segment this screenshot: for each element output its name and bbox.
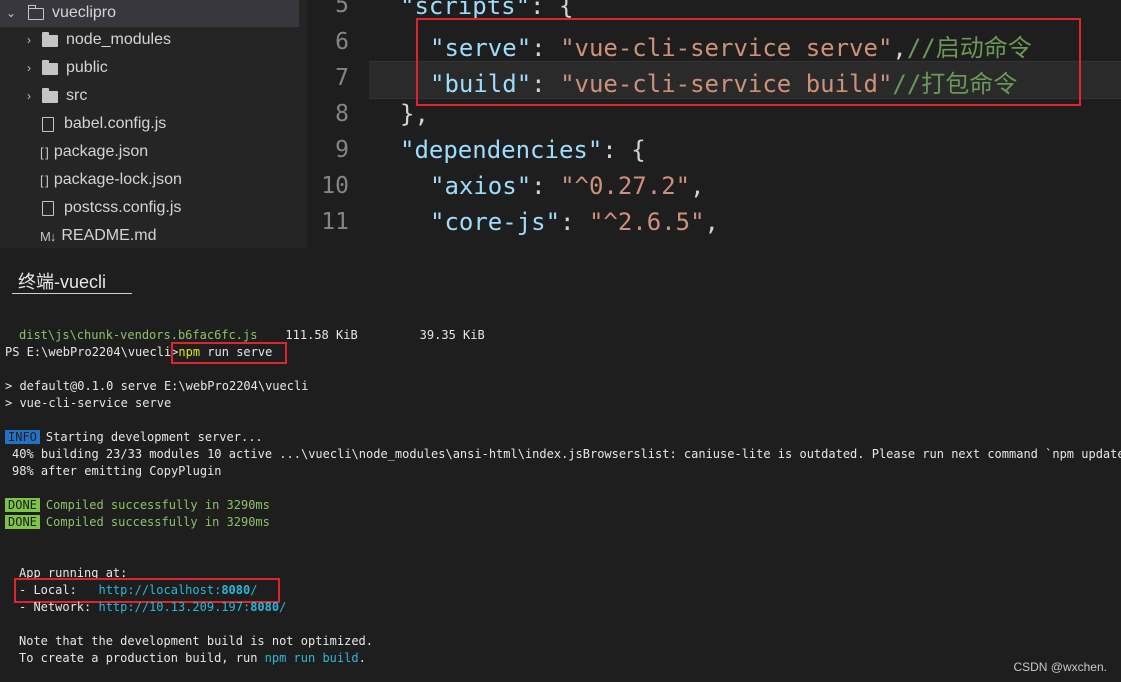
line-number: 10: [321, 173, 349, 199]
tree-item-label: README.md: [61, 227, 157, 244]
chevron-right-icon[interactable]: ›: [22, 89, 36, 103]
chevron-right-icon[interactable]: ›: [22, 61, 36, 75]
folder-icon: [42, 60, 58, 75]
terminal-line: To create a production build, run npm ru…: [19, 651, 366, 665]
line-number: 6: [335, 29, 349, 55]
code-line-5: "scripts": {: [400, 0, 574, 20]
tree-file-package-lock-json[interactable]: [ ] package-lock.json: [40, 166, 182, 194]
terminal-line: 98% after emitting CopyPlugin: [12, 464, 222, 478]
markdown-file-icon: M↓: [40, 228, 56, 244]
tree-item-label: package.json: [53, 143, 149, 160]
tree-file-babel-config[interactable]: babel.config.js: [40, 110, 166, 138]
tree-file-postcss-config[interactable]: postcss.config.js: [40, 194, 181, 222]
info-badge: INFO: [5, 430, 40, 444]
file-icon: [40, 117, 56, 132]
tree-item-label: node_modules: [66, 31, 171, 48]
terminal-line: 40% building 23/33 modules 10 active ...…: [12, 447, 1121, 461]
tree-folder-public[interactable]: › public: [22, 54, 108, 82]
line-number: 8: [335, 101, 349, 127]
folder-icon: [42, 32, 58, 47]
line-number: 5: [335, 0, 349, 18]
folder-open-icon: [28, 5, 44, 20]
code-line-9: "dependencies": {: [400, 136, 646, 164]
tree-item-label: public: [66, 59, 108, 76]
tree-item-label: postcss.config.js: [64, 199, 182, 216]
json-file-icon: [ ]: [40, 172, 49, 188]
tree-item-label: vueclipro: [52, 4, 117, 21]
terminal-line: > vue-cli-service serve: [5, 396, 172, 410]
code-editor[interactable]: 5 "scripts": { 6 "serve": "vue-cli-servi…: [307, 0, 1121, 248]
watermark: CSDN @wxchen.: [1013, 660, 1107, 674]
tree-item-label: src: [66, 87, 88, 104]
chevron-right-icon[interactable]: ›: [22, 33, 36, 47]
command-highlight-box: [171, 342, 287, 364]
tree-folder-vueclipro[interactable]: ⌄ vueclipro: [0, 0, 299, 27]
file-icon: [40, 201, 56, 216]
done-badge: DONE: [5, 515, 40, 529]
tree-item-label: babel.config.js: [64, 115, 167, 132]
terminal-done-line: DONE Compiled successfully in 3290ms: [5, 515, 270, 529]
terminal-panel[interactable]: 终端-vuecli dist\js\chunk-vendors.b6fac6fc…: [0, 248, 1121, 682]
terminal-info-line: INFO Starting development server...: [5, 430, 263, 444]
tree-item-label: package-lock.json: [53, 171, 182, 188]
terminal-line: Note that the development build is not o…: [19, 634, 374, 648]
terminal-done-line: DONE Compiled successfully in 3290ms: [5, 498, 270, 512]
network-url-link[interactable]: http://10.13.209.197:8080/: [98, 600, 286, 614]
tree-folder-node-modules[interactable]: › node_modules: [22, 26, 171, 54]
tree-file-readme[interactable]: M↓ README.md: [40, 222, 156, 248]
file-explorer: ⌄ vueclipro › node_modules › public › sr…: [0, 0, 307, 248]
chevron-down-icon[interactable]: ⌄: [4, 6, 18, 20]
tree-file-package-json[interactable]: [ ] package.json: [40, 138, 148, 166]
json-file-icon: [ ]: [40, 144, 49, 160]
terminal-line: > default@0.1.0 serve E:\webPro2204\vuec…: [5, 379, 309, 393]
line-number: 7: [335, 65, 349, 91]
terminal-line: dist\js\chunk-vendors.b6fac6fc.js 111.58 …: [19, 328, 485, 342]
folder-icon: [42, 88, 58, 103]
code-line-11: "core-js": "^2.6.5",: [430, 208, 719, 236]
done-badge: DONE: [5, 498, 40, 512]
terminal-tab[interactable]: 终端-vuecli: [12, 268, 132, 294]
scripts-highlight-box: [416, 18, 1081, 106]
tree-folder-src[interactable]: › src: [22, 82, 87, 110]
line-number: 9: [335, 137, 349, 163]
terminal-network-line: - Network: http://10.13.209.197:8080/: [19, 600, 287, 614]
line-number: 11: [321, 209, 349, 235]
code-line-10: "axios": "^0.27.2",: [430, 172, 705, 200]
